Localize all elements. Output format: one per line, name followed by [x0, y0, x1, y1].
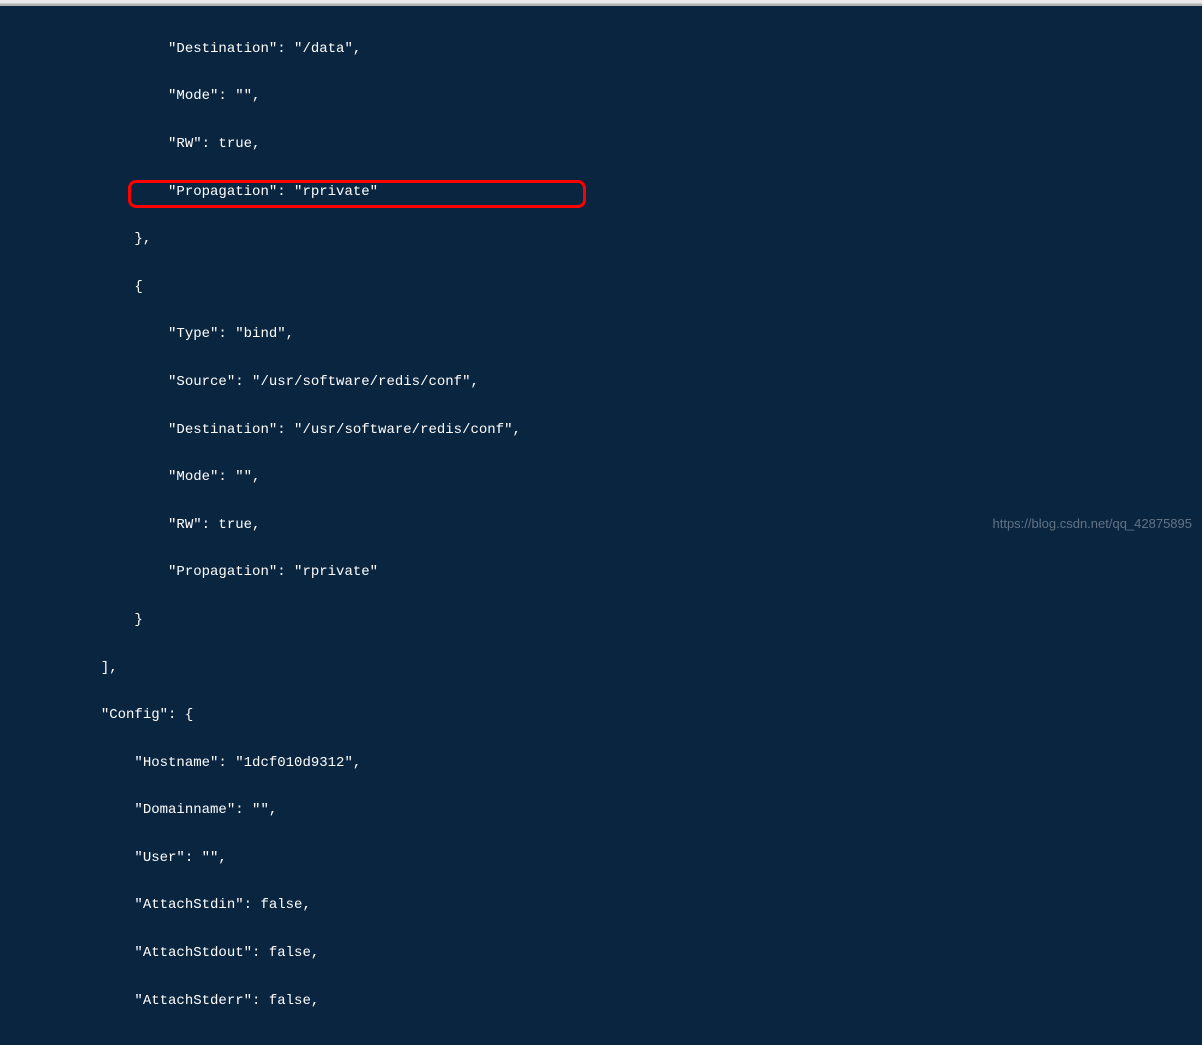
json-line: "Type": "bind", [0, 323, 1202, 347]
json-line-highlighted: "Source": "/usr/software/redis/conf", [0, 371, 1202, 395]
json-line: "AttachStderr": false, [0, 990, 1202, 1014]
json-line: "Propagation": "rprivate" [0, 561, 1202, 585]
json-line: "Domainname": "", [0, 799, 1202, 823]
json-line: "AttachStdout": false, [0, 942, 1202, 966]
json-line: "Destination": "/usr/software/redis/conf… [0, 419, 1202, 443]
json-line: "AttachStdin": false, [0, 894, 1202, 918]
json-line: "Mode": "", [0, 85, 1202, 109]
json-line: "Hostname": "1dcf010d9312", [0, 752, 1202, 776]
json-line: { [0, 276, 1202, 300]
json-line: "Config": { [0, 704, 1202, 728]
json-line: "Propagation": "rprivate" [0, 181, 1202, 205]
json-line: }, [0, 228, 1202, 252]
json-line: "Destination": "/data", [0, 38, 1202, 62]
json-line: "User": "", [0, 847, 1202, 871]
json-line: ], [0, 657, 1202, 681]
json-line: "Mode": "", [0, 466, 1202, 490]
watermark-text: https://blog.csdn.net/qq_42875895 [993, 513, 1193, 535]
json-line: } [0, 609, 1202, 633]
json-line: "RW": true, [0, 133, 1202, 157]
